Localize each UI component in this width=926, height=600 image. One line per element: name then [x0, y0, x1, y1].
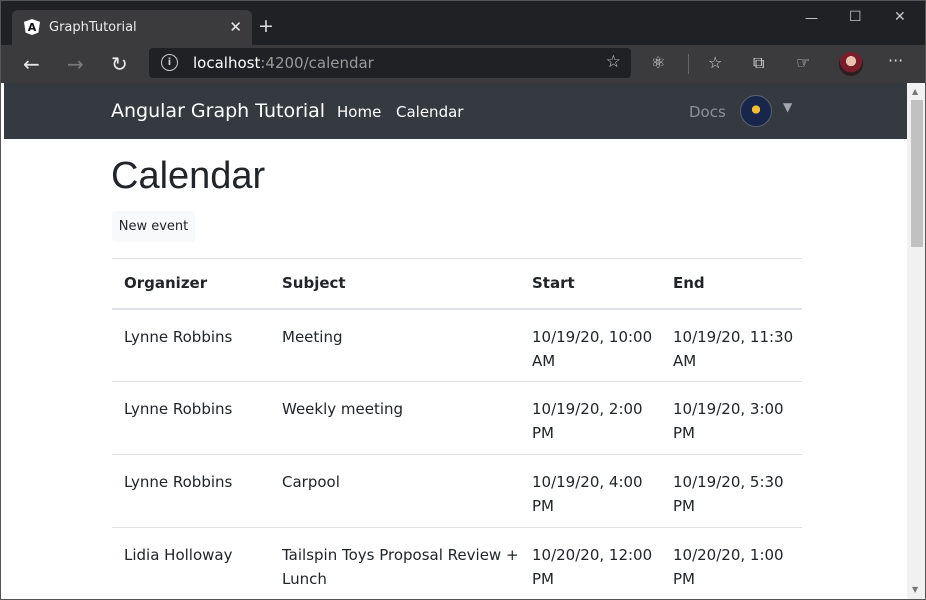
scrollbar-thumb[interactable]	[911, 100, 923, 247]
minimize-icon[interactable]: —	[805, 11, 818, 26]
address-url[interactable]: localhost:4200/calendar	[193, 54, 374, 72]
cell-end: 10/19/20, 11:30 AM	[673, 327, 794, 370]
cell-start: 10/19/20, 4:00 PM	[532, 473, 643, 515]
page-title: Calendar	[111, 155, 266, 197]
events-table: Organizer Subject Start End Lynne Robbin…	[112, 258, 802, 600]
info-icon[interactable]: i	[161, 54, 178, 71]
table-row: Lidia Holloway Tailspin Toys Proposal Re…	[112, 528, 802, 600]
navbar-brand[interactable]: Angular Graph Tutorial	[111, 100, 325, 122]
browser-window: A GraphTutorial ✕ + — ☐ ✕ ← → ↻ i localh…	[0, 0, 926, 600]
feedback-icon[interactable]: ☞	[796, 53, 810, 72]
new-tab-icon[interactable]: +	[258, 15, 274, 37]
cell-subject: Carpool	[282, 473, 340, 491]
more-icon[interactable]: ···	[888, 51, 903, 70]
page-viewport: Angular Graph Tutorial Home Calendar Doc…	[4, 83, 907, 600]
close-icon[interactable]: ✕	[229, 18, 242, 36]
tab-title: GraphTutorial	[49, 20, 137, 35]
cell-end: 10/19/20, 5:30 PM	[673, 473, 784, 515]
cell-organizer: Lynne Robbins	[124, 327, 233, 346]
scroll-down-icon[interactable]: ▼	[912, 585, 918, 594]
cell-subject: Meeting	[282, 327, 343, 346]
cell-start: 10/19/20, 10:00 AM	[532, 327, 653, 370]
collections-icon[interactable]: ⧉	[753, 53, 764, 73]
maximize-icon[interactable]: ☐	[849, 9, 862, 25]
nav-home-link[interactable]: Home	[337, 103, 381, 121]
cell-start: 10/19/20, 2:00 PM	[532, 400, 643, 442]
browser-toolbar: ← → ↻ i localhost:4200/calendar ☆ ⚛ ☆ ⧉ …	[1, 45, 925, 83]
user-avatar[interactable]	[740, 95, 772, 127]
header-organizer: Organizer	[124, 274, 208, 292]
header-end: End	[673, 274, 705, 292]
cell-end: 10/20/20, 1:00 PM	[673, 546, 784, 588]
angular-logo-icon: A	[24, 19, 40, 35]
table-row: Lynne Robbins Meeting 10/19/20, 10:00 AM…	[112, 309, 802, 382]
cell-subject: Weekly meeting	[282, 400, 404, 418]
url-host: localhost	[193, 54, 261, 72]
refresh-icon[interactable]: ↻	[111, 52, 128, 76]
header-start: Start	[532, 274, 575, 292]
cell-organizer: Lidia Holloway	[124, 546, 233, 564]
cell-start: 10/20/20, 12:00 PM	[532, 546, 653, 588]
app-navbar: Angular Graph Tutorial Home Calendar Doc…	[4, 83, 907, 139]
star-icon[interactable]: ☆	[606, 52, 621, 72]
toolbar-divider	[688, 54, 689, 74]
arrow-left-icon[interactable]: ←	[23, 52, 40, 76]
page-scrollbar[interactable]: ▲ ▼	[907, 83, 925, 599]
address-bar[interactable]: i localhost:4200/calendar ☆	[149, 48, 631, 78]
tab-graphtutorial[interactable]: A GraphTutorial ✕	[12, 10, 252, 45]
favorites-list-icon[interactable]: ☆	[708, 53, 722, 72]
scroll-up-icon[interactable]: ▲	[912, 87, 918, 96]
cell-subject: Tailspin Toys Proposal Review + Lunch	[282, 546, 519, 588]
header-subject: Subject	[282, 274, 346, 292]
tab-strip: A GraphTutorial ✕ + — ☐ ✕	[1, 1, 925, 45]
nav-docs-link[interactable]: Docs	[689, 103, 726, 121]
cell-end: 10/19/20, 3:00 PM	[673, 400, 784, 442]
cell-organizer: Lynne Robbins	[124, 473, 233, 491]
profile-avatar[interactable]	[839, 52, 863, 76]
url-path: :4200/calendar	[260, 54, 374, 72]
cell-organizer: Lynne Robbins	[124, 400, 233, 418]
react-icon[interactable]: ⚛	[651, 53, 665, 72]
window-close-icon[interactable]: ✕	[894, 9, 906, 25]
arrow-right-icon[interactable]: →	[67, 52, 84, 76]
new-event-button[interactable]: New event	[112, 211, 195, 242]
nav-calendar-link[interactable]: Calendar	[396, 103, 463, 121]
table-row: Lynne Robbins Carpool 10/19/20, 4:00 PM …	[112, 455, 802, 528]
table-header-row: Organizer Subject Start End	[112, 258, 802, 309]
chevron-down-icon[interactable]: ▼	[783, 100, 792, 114]
table-row: Lynne Robbins Weekly meeting 10/19/20, 2…	[112, 382, 802, 455]
